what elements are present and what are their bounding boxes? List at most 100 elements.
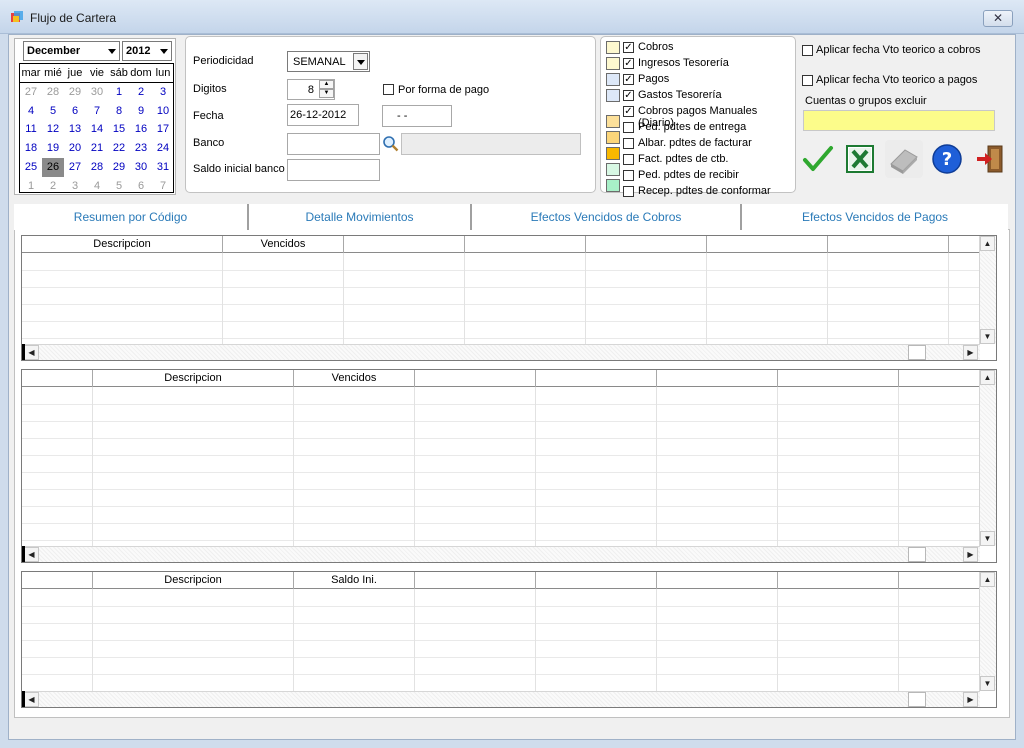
vertical-scrollbar[interactable]: ▲ ▼ bbox=[979, 236, 996, 344]
grid-column-header[interactable]: Descripcion bbox=[22, 236, 223, 253]
banco-input[interactable] bbox=[287, 133, 380, 155]
legend-checkbox[interactable]: ✓ bbox=[623, 42, 634, 53]
grid-column-header[interactable] bbox=[778, 370, 899, 387]
grid-column-header[interactable] bbox=[22, 572, 93, 589]
legend-checkbox[interactable] bbox=[623, 154, 634, 165]
calendar-day[interactable]: 16 bbox=[130, 120, 152, 139]
calendar-day[interactable]: 5 bbox=[108, 177, 130, 196]
fecha-input[interactable]: 26-12-2012 bbox=[287, 104, 359, 126]
excel-icon[interactable] bbox=[843, 142, 877, 176]
legend-checkbox[interactable]: ✓ bbox=[623, 106, 634, 117]
scroll-up-button[interactable]: ▲ bbox=[980, 572, 995, 587]
scroll-thumb[interactable] bbox=[908, 547, 926, 562]
periodicidad-dropdown-button[interactable] bbox=[353, 53, 368, 70]
search-icon[interactable] bbox=[382, 135, 399, 152]
calendar-day[interactable]: 2 bbox=[130, 83, 152, 102]
grid-column-header[interactable] bbox=[828, 236, 949, 253]
stepper-up-button[interactable]: ▲ bbox=[319, 80, 334, 89]
tab-efectos-vencidos-pagos[interactable]: Efectos Vencidos de Pagos bbox=[742, 204, 1008, 230]
calendar-day[interactable]: 5 bbox=[42, 102, 64, 121]
legend-checkbox[interactable]: ✓ bbox=[623, 74, 634, 85]
grid-column-header[interactable] bbox=[899, 572, 980, 589]
calendar-day[interactable]: 9 bbox=[130, 102, 152, 121]
scroll-left-button[interactable]: ◀ bbox=[24, 547, 39, 562]
data-grid[interactable]: Descripcion Vencidos ▲ ▼ ◀ ▶ bbox=[21, 369, 997, 563]
calendar-day[interactable]: 15 bbox=[108, 120, 130, 139]
calendar-day[interactable]: 28 bbox=[42, 83, 64, 102]
vto-cobros-checkbox[interactable] bbox=[802, 45, 813, 56]
calendar-day[interactable]: 7 bbox=[152, 177, 174, 196]
calendar-day[interactable]: 31 bbox=[152, 158, 174, 177]
grid-column-header[interactable] bbox=[657, 370, 778, 387]
calendar-day[interactable]: 4 bbox=[86, 177, 108, 196]
grid-column-header[interactable] bbox=[707, 236, 828, 253]
grid-column-header[interactable] bbox=[344, 236, 465, 253]
scroll-thumb[interactable] bbox=[908, 692, 926, 707]
calendar-day[interactable]: 3 bbox=[64, 177, 86, 196]
grid-column-header[interactable] bbox=[415, 370, 536, 387]
cuentas-excluir-input[interactable] bbox=[803, 110, 995, 131]
calendar-day[interactable]: 27 bbox=[64, 158, 86, 177]
stepper-down-button[interactable]: ▼ bbox=[319, 89, 334, 98]
grid-column-header[interactable]: Vencidos bbox=[223, 236, 344, 253]
scroll-right-button[interactable]: ▶ bbox=[963, 692, 978, 707]
grid-column-header[interactable] bbox=[536, 572, 657, 589]
scroll-left-button[interactable]: ◀ bbox=[24, 692, 39, 707]
calendar-day[interactable]: 10 bbox=[152, 102, 174, 121]
grid-column-header[interactable] bbox=[22, 370, 93, 387]
calendar-day[interactable]: 27 bbox=[20, 83, 42, 102]
scroll-down-button[interactable]: ▼ bbox=[980, 329, 995, 344]
calendar-day[interactable]: 18 bbox=[20, 139, 42, 158]
calendar-day[interactable]: 29 bbox=[108, 158, 130, 177]
calendar-day[interactable]: 19 bbox=[42, 139, 64, 158]
help-icon[interactable]: ? bbox=[930, 142, 964, 176]
scroll-left-button[interactable]: ◀ bbox=[24, 345, 39, 360]
calendar-day[interactable]: 25 bbox=[20, 158, 42, 177]
legend-checkbox[interactable] bbox=[623, 170, 634, 181]
calendar-day[interactable]: 7 bbox=[86, 102, 108, 121]
calendar-day[interactable]: 17 bbox=[152, 120, 174, 139]
calendar-day[interactable]: 3 bbox=[152, 83, 174, 102]
vertical-scrollbar[interactable]: ▲ ▼ bbox=[979, 370, 996, 546]
grid-column-header[interactable] bbox=[586, 236, 707, 253]
grid-column-header[interactable]: Descripcion bbox=[93, 572, 294, 589]
calendar-day[interactable]: 20 bbox=[64, 139, 86, 158]
legend-checkbox[interactable] bbox=[623, 122, 634, 133]
calendar-day[interactable]: 6 bbox=[130, 177, 152, 196]
year-select[interactable]: 2012 bbox=[122, 41, 172, 61]
data-grid[interactable]: Descripcion Saldo Ini. ▲ ▼ ◀ ▶ bbox=[21, 571, 997, 708]
close-button[interactable]: ✕ bbox=[983, 10, 1013, 27]
fecha2-input[interactable]: - - bbox=[382, 105, 452, 127]
calendar-day[interactable]: 4 bbox=[20, 102, 42, 121]
saldo-inicial-input[interactable] bbox=[287, 159, 380, 181]
calendar-day[interactable]: 28 bbox=[86, 158, 108, 177]
horizontal-scrollbar[interactable]: ◀ ▶ bbox=[22, 691, 980, 707]
calendar-day[interactable]: 12 bbox=[42, 120, 64, 139]
scroll-thumb[interactable] bbox=[908, 345, 926, 360]
calendar-day[interactable]: 13 bbox=[64, 120, 86, 139]
grid-column-header[interactable] bbox=[536, 370, 657, 387]
grid-column-header[interactable]: Descripcion bbox=[93, 370, 294, 387]
grid-column-header[interactable] bbox=[657, 572, 778, 589]
calendar-day[interactable]: 29 bbox=[64, 83, 86, 102]
data-grid[interactable]: Descripcion Vencidos ▲ ▼ ◀ ▶ bbox=[21, 235, 997, 361]
grid-column-header[interactable] bbox=[778, 572, 899, 589]
periodicidad-select[interactable]: SEMANAL bbox=[287, 51, 370, 72]
check-icon[interactable] bbox=[801, 142, 835, 176]
legend-checkbox[interactable] bbox=[623, 138, 634, 149]
grid-column-header[interactable]: Vencidos bbox=[294, 370, 415, 387]
legend-checkbox[interactable]: ✓ bbox=[623, 58, 634, 69]
vertical-scrollbar[interactable]: ▲ ▼ bbox=[979, 572, 996, 691]
horizontal-scrollbar[interactable]: ◀ ▶ bbox=[22, 546, 980, 562]
calendar-day[interactable]: 23 bbox=[130, 139, 152, 158]
calendar-day[interactable]: 11 bbox=[20, 120, 42, 139]
calendar-day[interactable]: 24 bbox=[152, 139, 174, 158]
grid-column-header[interactable] bbox=[465, 236, 586, 253]
scroll-down-button[interactable]: ▼ bbox=[980, 676, 995, 691]
calendar-day[interactable]: 26 bbox=[42, 158, 64, 177]
scroll-down-button[interactable]: ▼ bbox=[980, 531, 995, 546]
calendar-day[interactable]: 8 bbox=[108, 102, 130, 121]
scroll-right-button[interactable]: ▶ bbox=[963, 547, 978, 562]
calendar-day[interactable]: 6 bbox=[64, 102, 86, 121]
grid-column-header[interactable]: Saldo Ini. bbox=[294, 572, 415, 589]
